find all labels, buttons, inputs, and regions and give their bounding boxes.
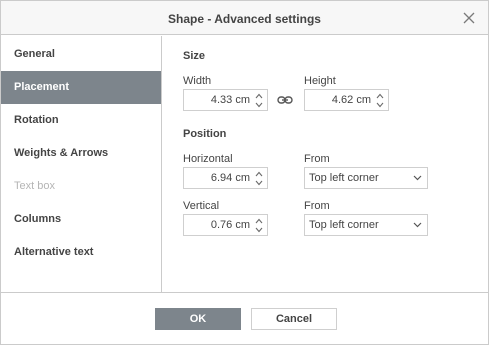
spin-up-icon[interactable] bbox=[255, 92, 263, 100]
horizontal-label: Horizontal bbox=[183, 153, 233, 165]
placement-panel: Size Width 4.33 cm Height 4.62 cm Positi… bbox=[163, 36, 488, 292]
advanced-settings-dialog: Shape - Advanced settings General Placem… bbox=[0, 0, 489, 345]
settings-sidebar: General Placement Rotation Weights & Arr… bbox=[1, 36, 162, 292]
horizontal-value: 6.94 cm bbox=[210, 172, 250, 184]
spin-down-icon[interactable] bbox=[255, 179, 263, 187]
width-spinner[interactable]: 4.33 cm bbox=[183, 89, 268, 111]
sidebar-item-columns[interactable]: Columns bbox=[1, 203, 161, 236]
width-spinner-arrows bbox=[253, 91, 265, 109]
horizontal-from-select[interactable]: Top left corner bbox=[304, 167, 428, 189]
vertical-value: 0.76 cm bbox=[210, 219, 250, 231]
spin-down-icon[interactable] bbox=[255, 226, 263, 234]
link-chain-icon[interactable] bbox=[277, 94, 293, 106]
height-value: 4.62 cm bbox=[331, 94, 371, 106]
cancel-button[interactable]: Cancel bbox=[251, 308, 337, 330]
height-label: Height bbox=[304, 75, 336, 87]
sidebar-item-rotation[interactable]: Rotation bbox=[1, 104, 161, 137]
chevron-down-icon bbox=[413, 222, 422, 228]
horizontal-from-label: From bbox=[304, 153, 330, 165]
spin-up-icon[interactable] bbox=[376, 92, 384, 100]
ok-button[interactable]: OK bbox=[155, 308, 241, 330]
position-section-title: Position bbox=[183, 128, 227, 140]
dialog-titlebar: Shape - Advanced settings bbox=[1, 1, 488, 35]
sidebar-item-weights-arrows[interactable]: Weights & Arrows bbox=[1, 137, 161, 170]
vertical-from-label: From bbox=[304, 200, 330, 212]
vertical-from-value: Top left corner bbox=[309, 219, 379, 231]
spin-down-icon[interactable] bbox=[255, 101, 263, 109]
sidebar-item-placement[interactable]: Placement bbox=[1, 71, 161, 104]
sidebar-item-general[interactable]: General bbox=[1, 38, 161, 71]
vertical-from-select[interactable]: Top left corner bbox=[304, 214, 428, 236]
horizontal-from-value: Top left corner bbox=[309, 172, 379, 184]
sidebar-item-text-box: Text box bbox=[14, 180, 55, 192]
width-label: Width bbox=[183, 75, 212, 87]
height-spinner[interactable]: 4.62 cm bbox=[304, 89, 389, 111]
dialog-title: Shape - Advanced settings bbox=[168, 12, 321, 26]
horizontal-spinner[interactable]: 6.94 cm bbox=[183, 167, 268, 189]
height-spinner-arrows bbox=[374, 91, 386, 109]
close-icon[interactable] bbox=[462, 11, 476, 25]
vertical-label: Vertical bbox=[183, 200, 220, 212]
vertical-spinner-arrows bbox=[253, 216, 265, 234]
horizontal-spinner-arrows bbox=[253, 169, 265, 187]
spin-up-icon[interactable] bbox=[255, 170, 263, 178]
width-value: 4.33 cm bbox=[210, 94, 250, 106]
spin-down-icon[interactable] bbox=[376, 101, 384, 109]
size-section-title: Size bbox=[183, 50, 206, 62]
sidebar-item-alternative-text[interactable]: Alternative text bbox=[1, 236, 161, 269]
vertical-spinner[interactable]: 0.76 cm bbox=[183, 214, 268, 236]
spin-up-icon[interactable] bbox=[255, 217, 263, 225]
dialog-footer: OK Cancel bbox=[1, 292, 488, 344]
chevron-down-icon bbox=[413, 175, 422, 181]
